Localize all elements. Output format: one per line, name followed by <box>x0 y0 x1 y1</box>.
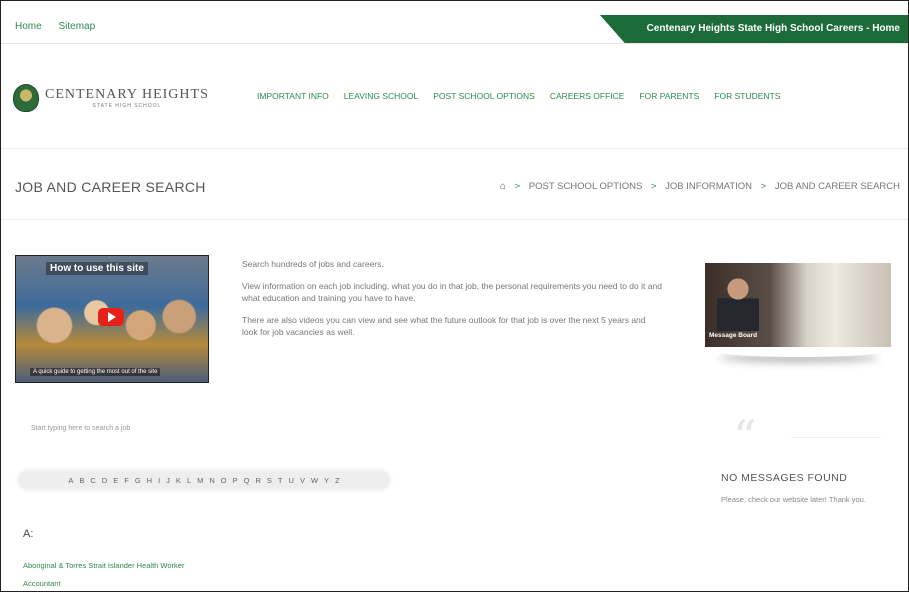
alphabet-letter-n[interactable]: N <box>209 476 214 485</box>
school-logo[interactable]: CENTENARY HEIGHTS STATE HIGH SCHOOL <box>13 84 209 112</box>
video-subtitle: A quick guide to getting the most out of… <box>30 368 161 376</box>
nav-leaving-school[interactable]: LEAVING SCHOOL <box>344 91 418 101</box>
intro-paragraph: View information on each job including, … <box>242 281 662 303</box>
breadcrumb-separator: > <box>760 181 767 192</box>
alphabet-letter-p[interactable]: P <box>233 476 238 485</box>
divider <box>791 437 881 438</box>
alphabet-letter-j[interactable]: J <box>166 476 170 485</box>
alphabet-filter: ABCDEFGHIJKLMNOPQRSTUVWYZ <box>19 471 389 489</box>
alphabet-letter-b[interactable]: B <box>79 476 84 485</box>
nav-post-school-options[interactable]: POST SCHOOL OPTIONS <box>433 91 535 101</box>
job-list: Aboriginal & Torres Strait Islander Heal… <box>23 557 184 591</box>
alphabet-letter-o[interactable]: O <box>221 476 227 485</box>
home-icon[interactable]: ⌂ <box>500 181 506 192</box>
no-messages-text: Please, check our website later! Thank y… <box>721 495 866 504</box>
intro-text: Search hundreds of jobs and careers. Vie… <box>242 258 662 348</box>
main-nav: IMPORTANT INFO LEAVING SCHOOL POST SCHOO… <box>257 91 795 101</box>
play-icon[interactable] <box>98 308 124 326</box>
alphabet-letter-m[interactable]: M <box>197 476 203 485</box>
job-search-input[interactable]: Start typing here to search a job <box>31 425 130 432</box>
alphabet-letter-t[interactable]: T <box>278 476 283 485</box>
alphabet-letter-c[interactable]: C <box>90 476 95 485</box>
alphabet-letter-u[interactable]: U <box>289 476 294 485</box>
top-bar: Home Sitemap Centenary Heights State Hig… <box>1 1 908 44</box>
nav-for-students[interactable]: FOR STUDENTS <box>714 91 780 101</box>
job-link[interactable]: Accountant <box>23 575 184 591</box>
title-bar: JOB AND CAREER SEARCH ⌂ > POST SCHOOL OP… <box>1 149 908 220</box>
nav-careers-office[interactable]: CAREERS OFFICE <box>550 91 625 101</box>
alphabet-letter-s[interactable]: S <box>267 476 272 485</box>
alphabet-letter-l[interactable]: L <box>187 476 191 485</box>
alphabet-letter-k[interactable]: K <box>176 476 181 485</box>
logo-subname: STATE HIGH SCHOOL <box>92 103 162 109</box>
breadcrumb-separator: > <box>514 181 521 192</box>
school-crest-icon <box>13 84 39 112</box>
school-home-banner[interactable]: Centenary Heights State High School Care… <box>600 15 908 43</box>
video-title: How to use this site <box>46 262 148 275</box>
alphabet-letter-v[interactable]: V <box>300 476 305 485</box>
sitemap-link[interactable]: Sitemap <box>58 21 95 32</box>
intro-paragraph: Search hundreds of jobs and careers. <box>242 259 384 269</box>
breadcrumb-current: JOB AND CAREER SEARCH <box>774 181 900 192</box>
section-heading: A: <box>23 528 34 540</box>
intro-paragraph: There are also videos you can view and s… <box>242 315 646 337</box>
image-shadow <box>719 347 879 357</box>
site-header: CENTENARY HEIGHTS STATE HIGH SCHOOL IMPO… <box>1 44 908 149</box>
alphabet-letter-w[interactable]: W <box>311 476 318 485</box>
page-title: JOB AND CAREER SEARCH <box>15 179 206 195</box>
message-board-image[interactable]: Message Board <box>705 263 891 347</box>
person-photo <box>717 271 759 331</box>
job-link[interactable]: Aboriginal & Torres Strait Islander Heal… <box>23 557 184 575</box>
alphabet-letter-r[interactable]: R <box>255 476 260 485</box>
top-links: Home Sitemap <box>15 21 109 32</box>
alphabet-letter-z[interactable]: Z <box>335 476 340 485</box>
alphabet-letter-d[interactable]: D <box>102 476 107 485</box>
breadcrumb-separator: > <box>650 181 657 192</box>
alphabet-letter-q[interactable]: Q <box>244 476 250 485</box>
breadcrumb-job-information[interactable]: JOB INFORMATION <box>665 181 752 192</box>
alphabet-letter-h[interactable]: H <box>147 476 152 485</box>
nav-for-parents[interactable]: FOR PARENTS <box>639 91 699 101</box>
alphabet-letter-g[interactable]: G <box>135 476 141 485</box>
breadcrumb-post-school-options[interactable]: POST SCHOOL OPTIONS <box>529 181 643 192</box>
school-home-link[interactable]: Centenary Heights State High School Care… <box>647 23 900 34</box>
alphabet-letter-a[interactable]: A <box>68 476 73 485</box>
alphabet-letter-y[interactable]: Y <box>324 476 329 485</box>
nav-important-info[interactable]: IMPORTANT INFO <box>257 91 329 101</box>
breadcrumb: ⌂ > POST SCHOOL OPTIONS > JOB INFORMATIO… <box>500 181 900 192</box>
home-link[interactable]: Home <box>15 21 42 32</box>
alphabet-letter-f[interactable]: F <box>124 476 129 485</box>
logo-name: CENTENARY HEIGHTS <box>45 87 209 102</box>
alphabet-letter-i[interactable]: I <box>158 476 160 485</box>
video-player[interactable]: How to use this site A quick guide to ge… <box>15 255 209 383</box>
page-frame: Home Sitemap Centenary Heights State Hig… <box>0 0 909 592</box>
no-messages-heading: NO MESSAGES FOUND <box>721 472 848 484</box>
quote-icon: “ <box>733 410 757 464</box>
message-board-label: Message Board <box>709 332 758 339</box>
alphabet-letter-e[interactable]: E <box>113 476 118 485</box>
